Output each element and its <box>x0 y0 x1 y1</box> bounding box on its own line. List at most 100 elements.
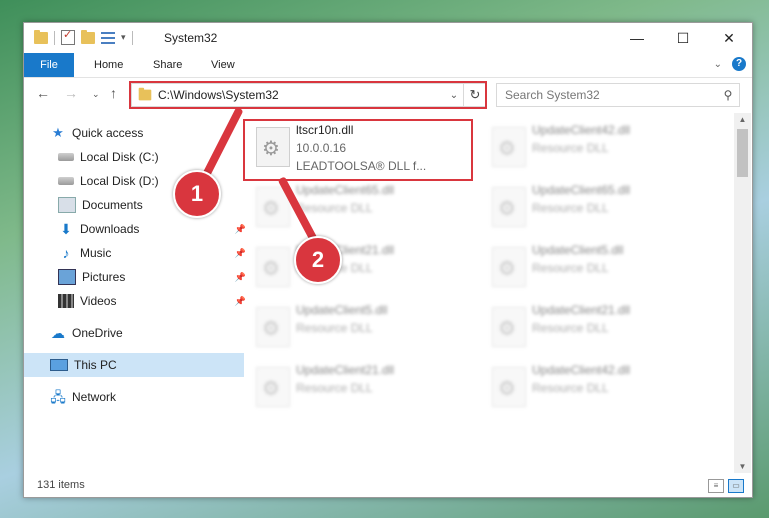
annotation-badge-2: 2 <box>294 236 342 284</box>
search-box[interactable]: Search System32 ⚲ <box>496 83 740 107</box>
dll-file-icon: ⚙ <box>256 127 290 167</box>
nav-item-music[interactable]: ♪ Music 📌 <box>24 241 252 265</box>
nav-label: Pictures <box>82 270 126 284</box>
file-name: UpdateClient42.dll <box>532 363 631 377</box>
nav-item-this-pc[interactable]: This PC <box>24 353 244 377</box>
maximize-button[interactable]: ☐ <box>660 23 706 53</box>
tab-share[interactable]: Share <box>153 53 182 77</box>
computer-icon <box>50 359 68 371</box>
dll-file-icon: ⚙ <box>492 187 526 227</box>
file-name: ltscr10n.dll <box>296 123 354 137</box>
file-item[interactable]: ⚙ ltscr10n.dll 10.0.0.16 LEADTOOLSA® DLL… <box>248 119 468 179</box>
file-description: Resource DLL <box>296 321 373 335</box>
dll-file-icon: ⚙ <box>492 307 526 347</box>
dll-file-icon: ⚙ <box>256 367 290 407</box>
window-title: System32 <box>164 31 218 45</box>
tab-file[interactable]: File <box>24 53 74 77</box>
scroll-up-icon[interactable]: ▲ <box>734 115 751 124</box>
dll-file-icon: ⚙ <box>492 367 526 407</box>
network-icon: 🖧 <box>50 389 66 405</box>
file-item[interactable]: ⚙ UpdateClient21.dll Resource DLL <box>248 359 468 419</box>
customize-dropdown-icon[interactable]: ▾ <box>121 32 126 43</box>
nav-label: Documents <box>82 198 143 212</box>
view-switcher: ≡ ▭ <box>708 479 744 493</box>
properties-icon[interactable] <box>61 28 75 45</box>
refresh-icon[interactable]: ↻ <box>463 84 486 106</box>
file-description: Resource DLL <box>532 201 609 215</box>
file-item[interactable]: ⚙ UpdateClient5.dll Resource DLL <box>484 239 704 299</box>
nav-label: Local Disk (D:) <box>80 174 159 188</box>
file-item[interactable]: ⚙ UpdateClient21.dll Resource DLL <box>248 239 468 299</box>
nav-label: This PC <box>74 358 117 372</box>
file-description: Resource DLL <box>532 261 609 275</box>
help-icon[interactable]: ? <box>732 57 746 71</box>
nav-item-pictures[interactable]: Pictures 📌 <box>24 265 252 289</box>
dll-file-icon: ⚙ <box>492 247 526 287</box>
nav-label: Downloads <box>80 222 140 236</box>
file-name: UpdateClient21.dll <box>296 363 395 377</box>
expand-ribbon-icon[interactable]: ⌄ <box>714 59 722 70</box>
download-icon: ⬇ <box>60 221 72 237</box>
nav-item-network[interactable]: 🖧 Network <box>24 385 244 409</box>
nav-label: Quick access <box>72 126 144 140</box>
pictures-icon <box>58 269 76 285</box>
back-arrow-icon[interactable]: ← <box>36 85 50 101</box>
file-item[interactable]: ⚙ UpdateClient65.dll Resource DLL <box>484 179 704 239</box>
file-item[interactable]: ⚙ UpdateClient42.dll Resource DLL <box>484 359 704 419</box>
nav-item-videos[interactable]: Videos 📌 <box>24 289 252 313</box>
details-view-icon[interactable]: ≡ <box>708 479 724 493</box>
scroll-down-icon[interactable]: ▼ <box>734 462 751 471</box>
search-input[interactable]: Search System32 <box>497 88 717 102</box>
tab-home[interactable]: Home <box>94 53 123 77</box>
nav-item-onedrive[interactable]: ☁ OneDrive <box>24 321 244 345</box>
toolbar-separator <box>131 30 133 45</box>
navigation-row: ← → ⌄ ↑ C:\Windows\System32 ⌄ ↻ Search S… <box>24 79 752 111</box>
status-bar: 131 items ≡ ▭ <box>24 475 752 497</box>
vertical-scrollbar[interactable]: ▲ ▼ <box>734 113 751 473</box>
file-name: UpdateClient21.dll <box>532 303 631 317</box>
scrollbar-thumb[interactable] <box>737 129 748 177</box>
dll-file-icon: ⚙ <box>492 127 526 167</box>
quick-access-toolbar: ▾ <box>34 28 133 45</box>
folder-icon <box>34 29 48 44</box>
address-bar[interactable]: C:\Windows\System32 ⌄ ↻ <box>131 83 487 107</box>
nav-item-quick-access[interactable]: ★ Quick access <box>24 121 244 145</box>
item-count: 131 items <box>37 479 85 491</box>
drive-icon <box>58 153 74 161</box>
file-item[interactable]: ⚙ UpdateClient42.dll Resource DLL <box>484 119 704 179</box>
recent-locations-icon[interactable]: ⌄ <box>92 89 100 100</box>
search-icon[interactable]: ⚲ <box>717 88 739 102</box>
minimize-button[interactable]: — <box>614 23 660 53</box>
file-description: Resource DLL <box>296 201 373 215</box>
file-item[interactable]: ⚙ UpdateClient21.dll Resource DLL <box>484 299 704 359</box>
explorer-window: ▾ System32 — ☐ ✕ File Home Share View ⌄ … <box>23 22 753 498</box>
nav-label: OneDrive <box>72 326 123 340</box>
ribbon-right: ⌄ ? <box>714 57 746 71</box>
new-folder-icon[interactable] <box>81 29 95 44</box>
large-icons-view-icon[interactable]: ▭ <box>728 479 744 493</box>
documents-icon <box>58 197 76 213</box>
file-name: UpdateClient5.dll <box>296 303 388 317</box>
file-description: Resource DLL <box>532 141 609 155</box>
close-button[interactable]: ✕ <box>706 23 752 53</box>
file-item[interactable]: ⚙ UpdateClient5.dll Resource DLL <box>248 299 468 359</box>
title-bar: ▾ System32 — ☐ ✕ <box>24 23 752 53</box>
file-description: Resource DLL <box>532 381 609 395</box>
drive-icon <box>58 177 74 185</box>
file-description: LEADTOOLSA® DLL f... <box>296 159 427 173</box>
nav-label: Network <box>72 390 117 404</box>
ribbon-tabs: File Home Share View ⌄ ? <box>24 53 752 78</box>
tab-view[interactable]: View <box>211 53 235 77</box>
videos-icon <box>58 294 74 308</box>
navigation-pane: ★ Quick access Local Disk (C:) Local Dis… <box>24 113 246 473</box>
forward-arrow-icon[interactable]: → <box>64 85 78 101</box>
nav-item-downloads[interactable]: ⬇ Downloads 📌 <box>24 217 252 241</box>
file-name: UpdateClient65.dll <box>532 183 631 197</box>
address-dropdown-icon[interactable]: ⌄ <box>445 90 463 101</box>
folder-icon <box>138 87 152 101</box>
address-path[interactable]: C:\Windows\System32 <box>158 88 445 102</box>
view-options-icon[interactable] <box>101 31 115 44</box>
up-arrow-icon[interactable]: ↑ <box>110 85 117 101</box>
nav-label: Local Disk (C:) <box>80 150 159 164</box>
nav-label: Videos <box>80 294 117 308</box>
